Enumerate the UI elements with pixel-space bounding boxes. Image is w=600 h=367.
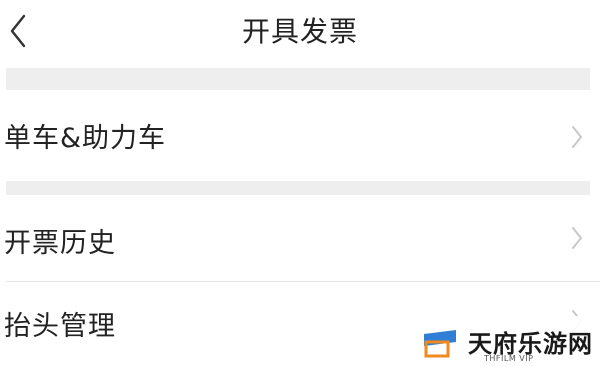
menu-item-label: 开票历史 — [4, 228, 116, 259]
menu-item-bike-ebike[interactable]: 单车&助力车 — [0, 90, 600, 181]
watermark: 天府乐游网 THFILM VIP — [400, 316, 600, 367]
chevron-right-icon — [572, 126, 582, 148]
site-logo-icon — [424, 330, 456, 358]
page-title: 开具发票 — [241, 15, 358, 48]
menu-item-label: 单车&助力车 — [4, 123, 167, 154]
navigation-bar: 开具发票 — [0, 0, 600, 68]
watermark-subtitle: THFILM VIP — [484, 354, 534, 363]
menu-item-invoice-history[interactable]: 开票历史 — [0, 195, 600, 281]
chevron-right-icon — [572, 227, 582, 249]
section-separator — [6, 181, 590, 195]
menu-item-label: 抬头管理 — [4, 311, 116, 342]
section-separator — [6, 68, 590, 90]
